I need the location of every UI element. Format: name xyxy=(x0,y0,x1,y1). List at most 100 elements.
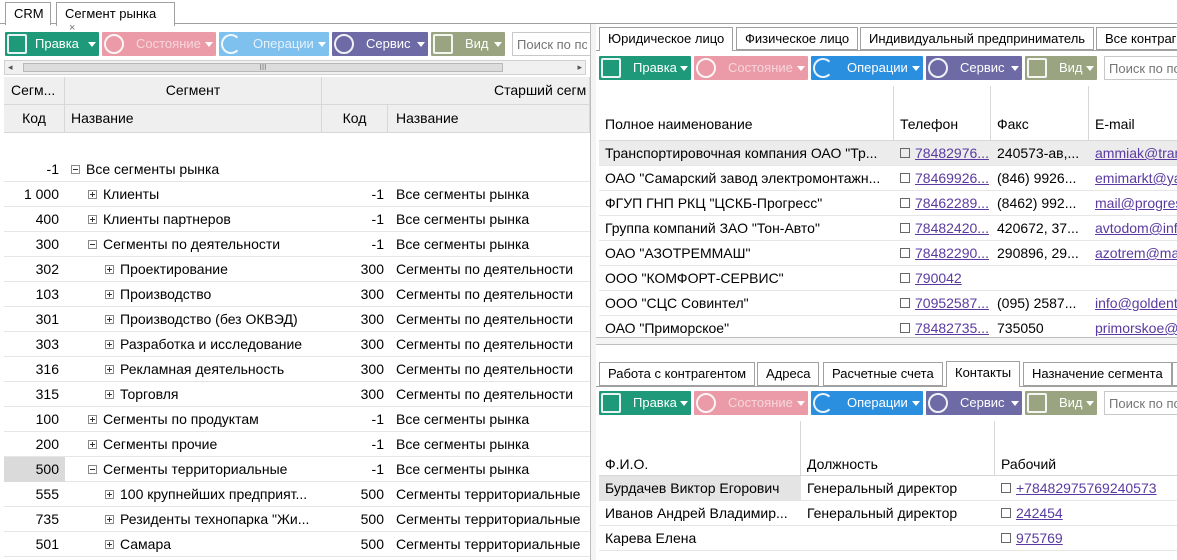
column-header-full-name[interactable]: Полное наименование xyxy=(599,86,894,141)
table-row[interactable]: -1 Все сегменты рынка xyxy=(4,157,590,182)
table-row[interactable]: 301 Производство (без ОКВЭД) 300 Сегменты п… xyxy=(4,307,590,332)
column-header-position[interactable]: Должность xyxy=(801,421,995,476)
expand-icon[interactable] xyxy=(88,414,97,424)
phone-link[interactable]: 242454 xyxy=(1016,505,1063,521)
column-header-name[interactable]: Название xyxy=(65,105,322,133)
state-button[interactable]: Состояние xyxy=(694,391,808,415)
tab-all-counterparties[interactable]: Все контраг xyxy=(1096,27,1177,50)
tab-entrepreneur[interactable]: Индивидуальный предприниматель xyxy=(860,27,1095,50)
email-link[interactable]: ammiak@tran xyxy=(1095,145,1177,161)
collapse-icon[interactable] xyxy=(71,164,80,174)
expand-icon[interactable] xyxy=(105,339,114,349)
service-button[interactable]: Сервис xyxy=(926,391,1022,415)
service-button[interactable]: Сервис xyxy=(332,32,428,56)
subtab-contacts[interactable]: Контакты xyxy=(946,361,1021,387)
table-row[interactable]: 103 Производство 300 Сегменты по деятельнос… xyxy=(4,282,590,307)
column-header-fax[interactable]: Факс xyxy=(991,86,1089,141)
expand-icon[interactable] xyxy=(105,364,114,374)
column-header-email[interactable]: E-mail xyxy=(1089,86,1177,141)
table-row[interactable]: 400 Клиенты партнеров -1 Все сегменты рынка xyxy=(4,207,590,232)
column-header-phone[interactable]: Телефон xyxy=(894,86,991,141)
phone-link[interactable]: 78482290... xyxy=(915,245,989,261)
phone-link[interactable]: +78482975769240573 xyxy=(1016,480,1157,496)
service-button[interactable]: Сервис xyxy=(926,56,1022,80)
search-input[interactable] xyxy=(512,32,592,56)
state-button[interactable]: Состояние xyxy=(102,32,216,56)
table-row[interactable]: 1 000 Клиенты -1 Все сегменты рынка xyxy=(4,182,590,207)
view-button[interactable]: Вид xyxy=(1025,391,1097,415)
expand-icon[interactable] xyxy=(88,189,97,199)
email-link[interactable]: avtodom@info xyxy=(1095,220,1177,236)
scrollbar-thumb[interactable]: III xyxy=(23,63,503,72)
expand-icon[interactable] xyxy=(105,314,114,324)
scroll-right-icon[interactable]: ▸ xyxy=(577,61,582,74)
table-row[interactable]: 555 100 крупнейших предприят... 500 Сегмент… xyxy=(4,482,590,507)
table-row[interactable]: 735 Резиденты технопарка "Жи... 500 Сегмент… xyxy=(4,507,590,532)
expand-icon[interactable] xyxy=(105,264,114,274)
expand-icon[interactable] xyxy=(105,514,114,524)
column-header-code[interactable]: Код xyxy=(4,105,65,133)
edit-button[interactable]: Правка xyxy=(599,56,691,80)
subtab-accounts[interactable]: Расчетные счета xyxy=(823,362,943,386)
checkbox[interactable] xyxy=(900,323,910,334)
edit-button[interactable]: Правка xyxy=(599,391,691,415)
checkbox[interactable] xyxy=(900,248,910,259)
checkbox[interactable] xyxy=(900,273,910,284)
checkbox[interactable] xyxy=(1001,533,1011,544)
scroll-left-icon[interactable]: ◂ xyxy=(8,61,13,74)
tab-individual[interactable]: Физическое лицо xyxy=(736,27,859,50)
checkbox[interactable] xyxy=(1001,483,1011,494)
expand-icon[interactable] xyxy=(105,289,114,299)
table-row[interactable]: ООО "КОМФОРТ-СЕРВИС" 790042 xyxy=(599,266,1177,291)
phone-link[interactable]: 78482976... xyxy=(915,145,989,161)
subtab-work-with-counterparty[interactable]: Работа с контрагентом xyxy=(599,362,756,386)
view-button[interactable]: Вид xyxy=(431,32,505,56)
subtab-segment-assignment[interactable]: Назначение сегмента xyxy=(1023,362,1172,386)
table-row[interactable]: 300 Сегменты по деятельности -1 Все сегмент… xyxy=(4,232,590,257)
table-row[interactable]: 501 Самара 500 Сегменты территориальные xyxy=(4,532,590,557)
phone-link[interactable]: 78462289... xyxy=(915,195,989,211)
collapse-icon[interactable] xyxy=(88,464,97,474)
table-row[interactable]: 302 Проектирование 300 Сегменты по деятельн… xyxy=(4,257,590,282)
operations-button[interactable]: Операции xyxy=(811,391,923,415)
email-link[interactable]: mail@progres xyxy=(1095,195,1177,211)
table-row[interactable]: Бурдачев Виктор Егорович Генеральный дире… xyxy=(599,476,1177,501)
checkbox[interactable] xyxy=(900,148,910,159)
tab-market-segment[interactable]: Сегмент рынка× xyxy=(56,2,175,34)
table-row[interactable]: Карева Елена 975769 xyxy=(599,526,1177,551)
subtab-more[interactable] xyxy=(1172,362,1177,386)
table-row[interactable]: Группа компаний ЗАО "Тон-Авто" 78482420..… xyxy=(599,216,1177,241)
column-group-segment[interactable]: Сегмент xyxy=(65,77,322,105)
email-link[interactable]: info@goldente xyxy=(1095,295,1177,311)
edit-button[interactable]: Правка xyxy=(5,32,99,56)
table-row[interactable]: ФГУП ГНП РКЦ "ЦСКБ-Прогресс" 78462289... (… xyxy=(599,191,1177,216)
table-row-partial[interactable] xyxy=(599,551,1177,560)
checkbox[interactable] xyxy=(1001,508,1011,519)
operations-button[interactable]: Операции xyxy=(219,32,329,56)
horizontal-scrollbar[interactable]: ◂ III ▸ xyxy=(4,60,586,75)
state-button[interactable]: Состояние xyxy=(694,56,808,80)
phone-link[interactable]: 78482420... xyxy=(915,220,989,236)
column-header-parent-code[interactable]: Код xyxy=(322,105,388,133)
email-link[interactable]: azotrem@mai xyxy=(1095,245,1177,261)
column-group-segment-short[interactable]: Сегм... xyxy=(4,77,65,105)
expand-icon[interactable] xyxy=(105,389,114,399)
table-row[interactable]: ООО "СЦС Совинтел" 70952587... (095) 2587.… xyxy=(599,291,1177,316)
search-input[interactable] xyxy=(1104,56,1177,80)
search-input[interactable] xyxy=(1104,391,1177,415)
view-button[interactable]: Вид xyxy=(1025,56,1097,80)
checkbox[interactable] xyxy=(900,223,910,234)
checkbox[interactable] xyxy=(900,198,910,209)
subtab-addresses[interactable]: Адреса xyxy=(757,362,820,386)
checkbox[interactable] xyxy=(900,173,910,184)
table-row[interactable]: 303 Разработка и исследование 300 Сегменты … xyxy=(4,332,590,357)
expand-icon[interactable] xyxy=(105,539,114,549)
email-link[interactable]: emimarkt@ya xyxy=(1095,170,1177,186)
tab-legal-entity[interactable]: Юридическое лицо xyxy=(599,27,734,51)
expand-icon[interactable] xyxy=(88,439,97,449)
collapse-icon[interactable] xyxy=(88,239,97,249)
table-row[interactable]: ОАО "АЗОТРЕММАШ" 78482290... 290896, 29...… xyxy=(599,241,1177,266)
table-row[interactable]: Транспортировочная компания ОАО "Тр... 78… xyxy=(599,141,1177,166)
operations-button[interactable]: Операции xyxy=(811,56,923,80)
table-row[interactable]: 200 Сегменты прочие -1 Все сегменты рынка xyxy=(4,432,590,457)
